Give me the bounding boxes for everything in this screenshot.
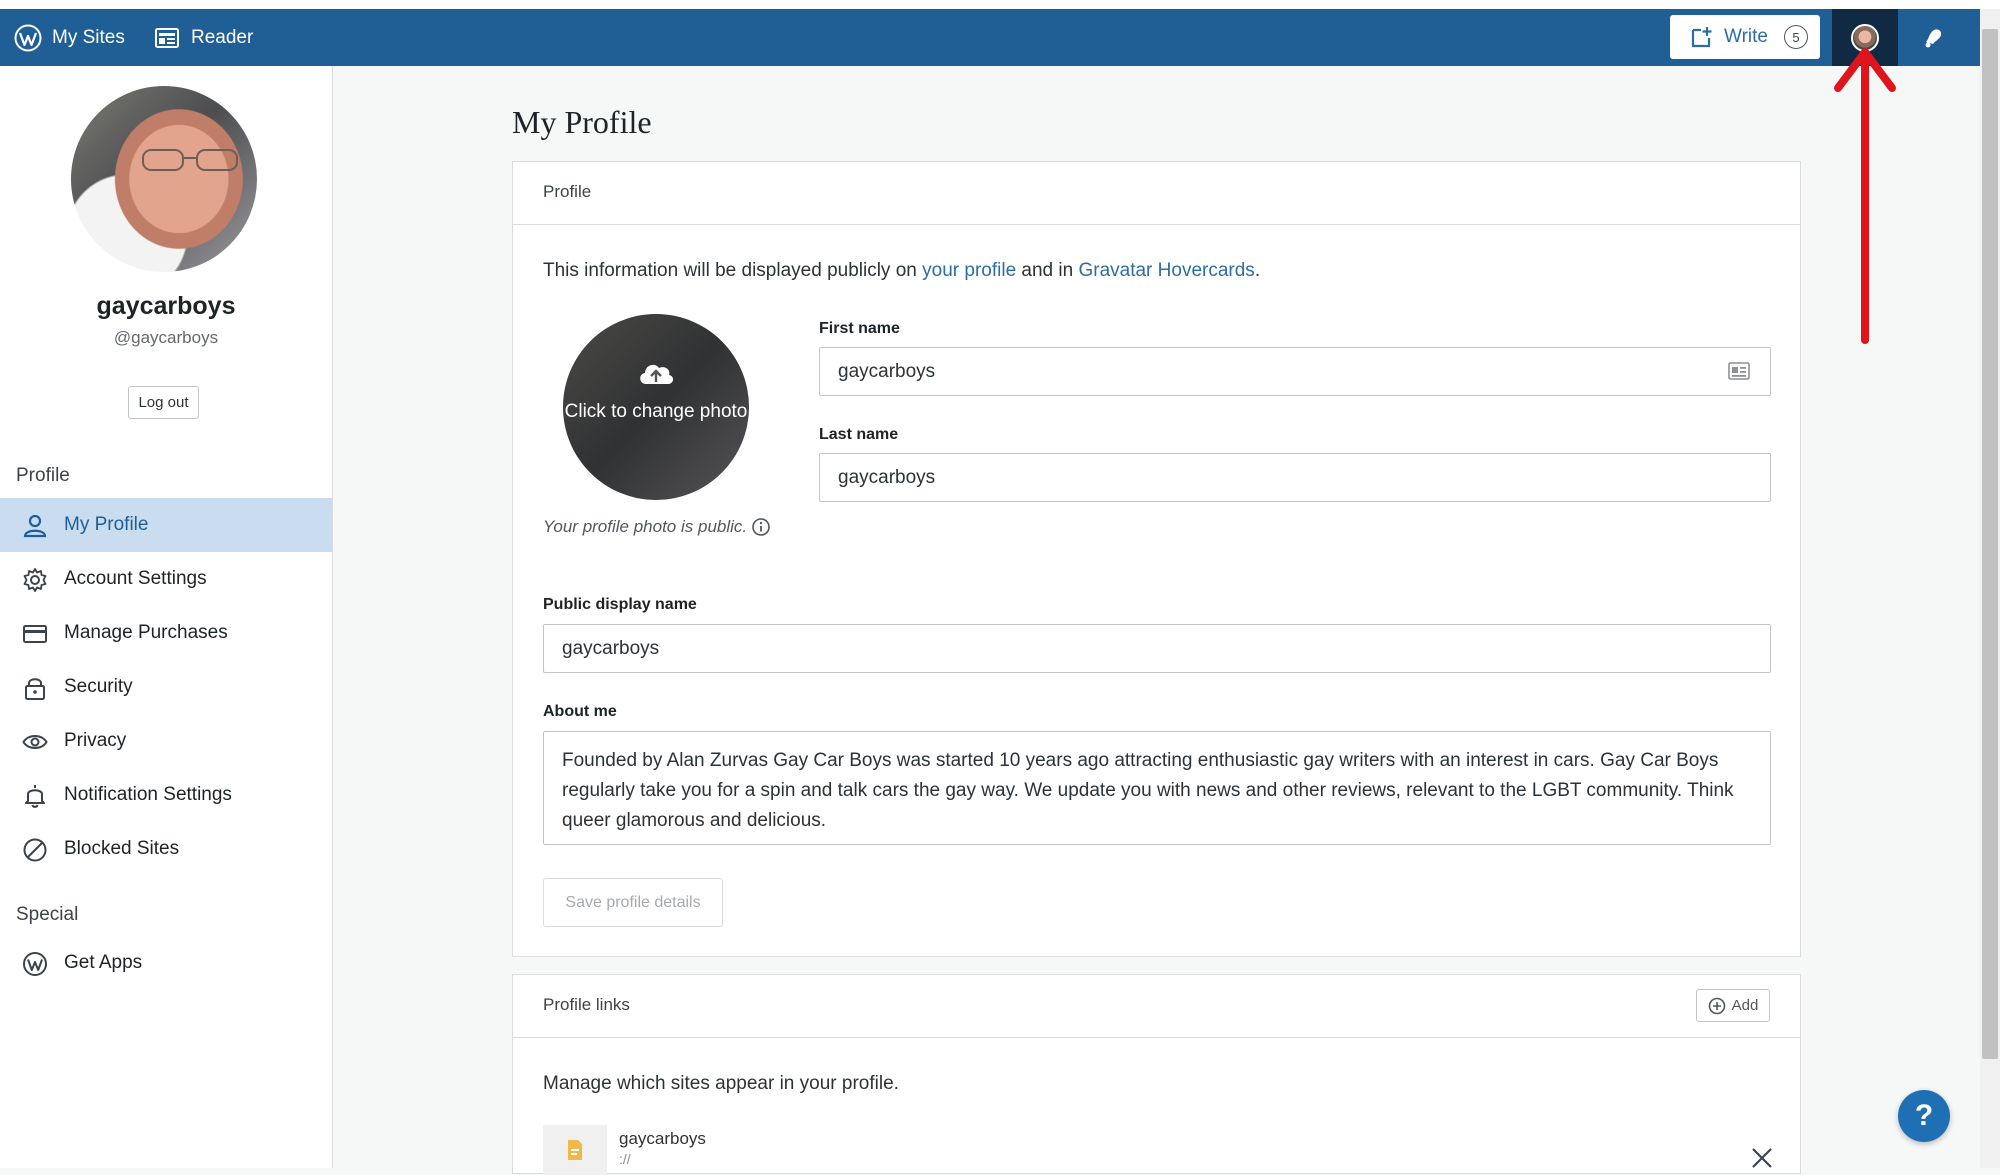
photo-note-text: Your profile photo is public. — [543, 517, 748, 536]
change-photo-label: Click to change photo — [564, 401, 748, 422]
last-name-value: gaycarboys — [838, 466, 936, 488]
profile-links-title: Profile links — [543, 995, 630, 1014]
your-profile-link[interactable]: your profile — [922, 260, 1016, 281]
remove-link-close-icon[interactable] — [1751, 1147, 1773, 1169]
reader-link[interactable]: Reader — [155, 9, 253, 66]
wordpress-icon — [14, 24, 42, 51]
sidebar-item-label: Security — [64, 676, 133, 697]
write-post-icon — [1691, 27, 1712, 48]
save-profile-button[interactable]: Save profile details — [543, 878, 723, 927]
sidebar-item-label: My Profile — [64, 514, 149, 535]
contact-card-icon — [1728, 362, 1750, 380]
intro-prefix: This information will be displayed publi… — [543, 260, 923, 281]
change-photo-button[interactable]: Click to change photo — [563, 314, 749, 500]
profile-card-header: Profile — [513, 162, 1800, 225]
sidebar-item-security[interactable]: Security — [0, 660, 332, 714]
sidebar: gaycarboys @gaycarboys Log out Profile M… — [0, 66, 333, 1168]
masterbar: My Sites Reader Write 5 — [0, 9, 1980, 66]
credit-card-icon — [23, 625, 47, 643]
photo-public-note: Your profile photo is public. — [543, 517, 771, 537]
blocked-icon — [23, 838, 47, 862]
user-icon — [23, 514, 47, 538]
profile-link-url: :// — [619, 1151, 631, 1167]
first-name-label: First name — [819, 320, 900, 337]
add-link-button[interactable]: Add — [1696, 989, 1770, 1022]
sidebar-item-label: Privacy — [64, 730, 127, 751]
write-label: Write — [1724, 26, 1768, 47]
annotation-arrow — [1834, 48, 1896, 344]
profile-card: Profile This information will be display… — [512, 161, 1801, 957]
my-sites-link[interactable]: My Sites — [14, 9, 125, 66]
sidebar-item-label: Blocked Sites — [64, 838, 180, 859]
bell-icon — [25, 785, 45, 808]
first-name-field[interactable]: gaycarboys — [819, 347, 1771, 396]
sidebar-item-label: Manage Purchases — [64, 622, 228, 643]
scrollbar-thumb[interactable] — [1982, 29, 1998, 1059]
display-name-value: gaycarboys — [562, 637, 660, 659]
sidebar-section-special: Special — [16, 904, 79, 925]
page-title: My Profile — [512, 104, 652, 140]
about-me-label: About me — [543, 703, 617, 720]
sidebar-item-label: Get Apps — [64, 952, 143, 973]
lock-icon — [25, 678, 45, 700]
logout-button[interactable]: Log out — [128, 386, 199, 419]
profile-username: gaycarboys — [96, 292, 236, 320]
profile-links-description: Manage which sites appear in your profil… — [543, 1073, 899, 1094]
profile-links-header: Profile links Add — [513, 975, 1800, 1038]
drafts-count-badge: 5 — [1783, 25, 1808, 49]
sidebar-section-profile: Profile — [16, 465, 70, 486]
profile-links-card: Profile links Add Manage which sites app… — [512, 974, 1801, 1175]
wordpress-icon — [23, 952, 47, 976]
last-name-label: Last name — [819, 426, 899, 443]
profile-handle: @gaycarboys — [113, 328, 219, 347]
profile-link-name[interactable]: gaycarboys — [619, 1129, 706, 1149]
first-name-value: gaycarboys — [838, 360, 936, 382]
upload-cloud-icon — [640, 364, 674, 384]
document-icon — [568, 1140, 582, 1160]
sidebar-item-label: Account Settings — [64, 568, 207, 589]
sidebar-item-blocked-sites[interactable]: Blocked Sites — [0, 822, 332, 876]
page-scrollbar[interactable] — [1980, 9, 2000, 1168]
intro-suffix: . — [1254, 260, 1261, 281]
gravatar-hovercards-link[interactable]: Gravatar Hovercards — [1078, 260, 1254, 281]
reader-label: Reader — [191, 26, 254, 48]
display-name-field[interactable]: gaycarboys — [543, 624, 1771, 673]
my-sites-label: My Sites — [52, 26, 125, 48]
profile-avatar — [71, 86, 257, 272]
sidebar-item-privacy[interactable]: Privacy — [0, 714, 332, 768]
write-button[interactable]: Write 5 — [1670, 15, 1820, 59]
gear-icon — [23, 568, 47, 592]
intro-mid: and in — [1016, 260, 1079, 281]
help-button[interactable]: ? — [1898, 1090, 1950, 1142]
info-icon[interactable] — [751, 517, 771, 537]
sidebar-item-manage-purchases[interactable]: Manage Purchases — [0, 606, 332, 660]
add-link-label: Add — [1731, 997, 1759, 1014]
profile-card-title: Profile — [543, 182, 592, 201]
last-name-field[interactable]: gaycarboys — [819, 453, 1771, 502]
sidebar-item-my-profile[interactable]: My Profile — [0, 498, 332, 552]
sidebar-item-label: Notification Settings — [64, 784, 232, 805]
sidebar-item-notification-settings[interactable]: Notification Settings — [0, 768, 332, 822]
about-me-textarea[interactable]: Founded by Alan Zurvas Gay Car Boys was … — [543, 731, 1771, 845]
notifications-button[interactable] — [1905, 9, 1961, 66]
browser-top-strip — [0, 0, 2000, 9]
avatar-glasses-detail — [142, 149, 238, 171]
plus-circle-icon — [1708, 997, 1725, 1014]
eye-icon — [22, 735, 48, 749]
sidebar-item-account-settings[interactable]: Account Settings — [0, 552, 332, 606]
display-name-label: Public display name — [543, 596, 697, 613]
profile-intro-text: This information will be displayed publi… — [543, 260, 1260, 282]
notifications-bell-icon — [1925, 28, 1942, 47]
sidebar-item-get-apps[interactable]: Get Apps — [0, 936, 332, 990]
reader-icon — [155, 27, 179, 48]
